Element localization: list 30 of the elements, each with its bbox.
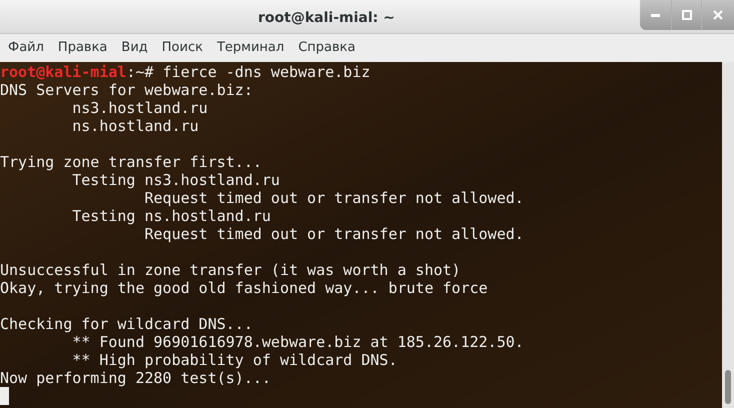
- output-line: DNS Servers for webware.biz:: [0, 81, 253, 99]
- menu-item[interactable]: Поиск: [154, 38, 210, 58]
- output-line: Unsuccessful in zone transfer (it was worth a shot): [0, 261, 461, 279]
- minimize-icon: [651, 14, 660, 16]
- output-line: Testing ns3.hostland.ru: [71, 171, 280, 189]
- window-title: root@kali-mial: ~: [258, 9, 395, 28]
- command-text: fierce -dns webware.biz: [162, 63, 370, 81]
- output-line: ** High probability of wildcard DNS.: [71, 351, 398, 369]
- output-line: Request timed out or transfer not allowed.: [143, 225, 524, 243]
- menu-item[interactable]: Файл: [1, 38, 51, 58]
- output-line: Checking for wildcard DNS...: [0, 315, 253, 333]
- output-line: Okay, trying the good old fashioned way... brute force: [0, 279, 488, 297]
- menu-item[interactable]: Терминал: [210, 38, 292, 58]
- prompt-path: :~#: [126, 63, 155, 81]
- close-icon: [713, 10, 723, 20]
- output-line: Trying zone transfer first...: [0, 153, 262, 171]
- scrollbar-thumb[interactable]: [725, 370, 731, 404]
- scrollbar[interactable]: [722, 62, 734, 408]
- output-line: ns.hostland.ru: [71, 117, 199, 135]
- menu-item[interactable]: Справка: [291, 38, 362, 58]
- output-line: Now performing 2280 test(s)...: [0, 369, 271, 387]
- output-line: Request timed out or transfer not allowed.: [143, 189, 524, 207]
- cursor: [0, 387, 9, 405]
- menu-item[interactable]: Правка: [50, 38, 114, 58]
- output-line: Testing ns.hostland.ru: [71, 207, 271, 225]
- maximize-icon: [682, 10, 692, 20]
- prompt-user-host: root@kali-mial: [0, 63, 126, 81]
- menu-item[interactable]: Вид: [114, 38, 155, 58]
- output-line: ** Found 96901616978.webware.biz at 185.26.122.50.: [71, 333, 524, 351]
- output-line: ns3.hostland.ru: [71, 99, 208, 117]
